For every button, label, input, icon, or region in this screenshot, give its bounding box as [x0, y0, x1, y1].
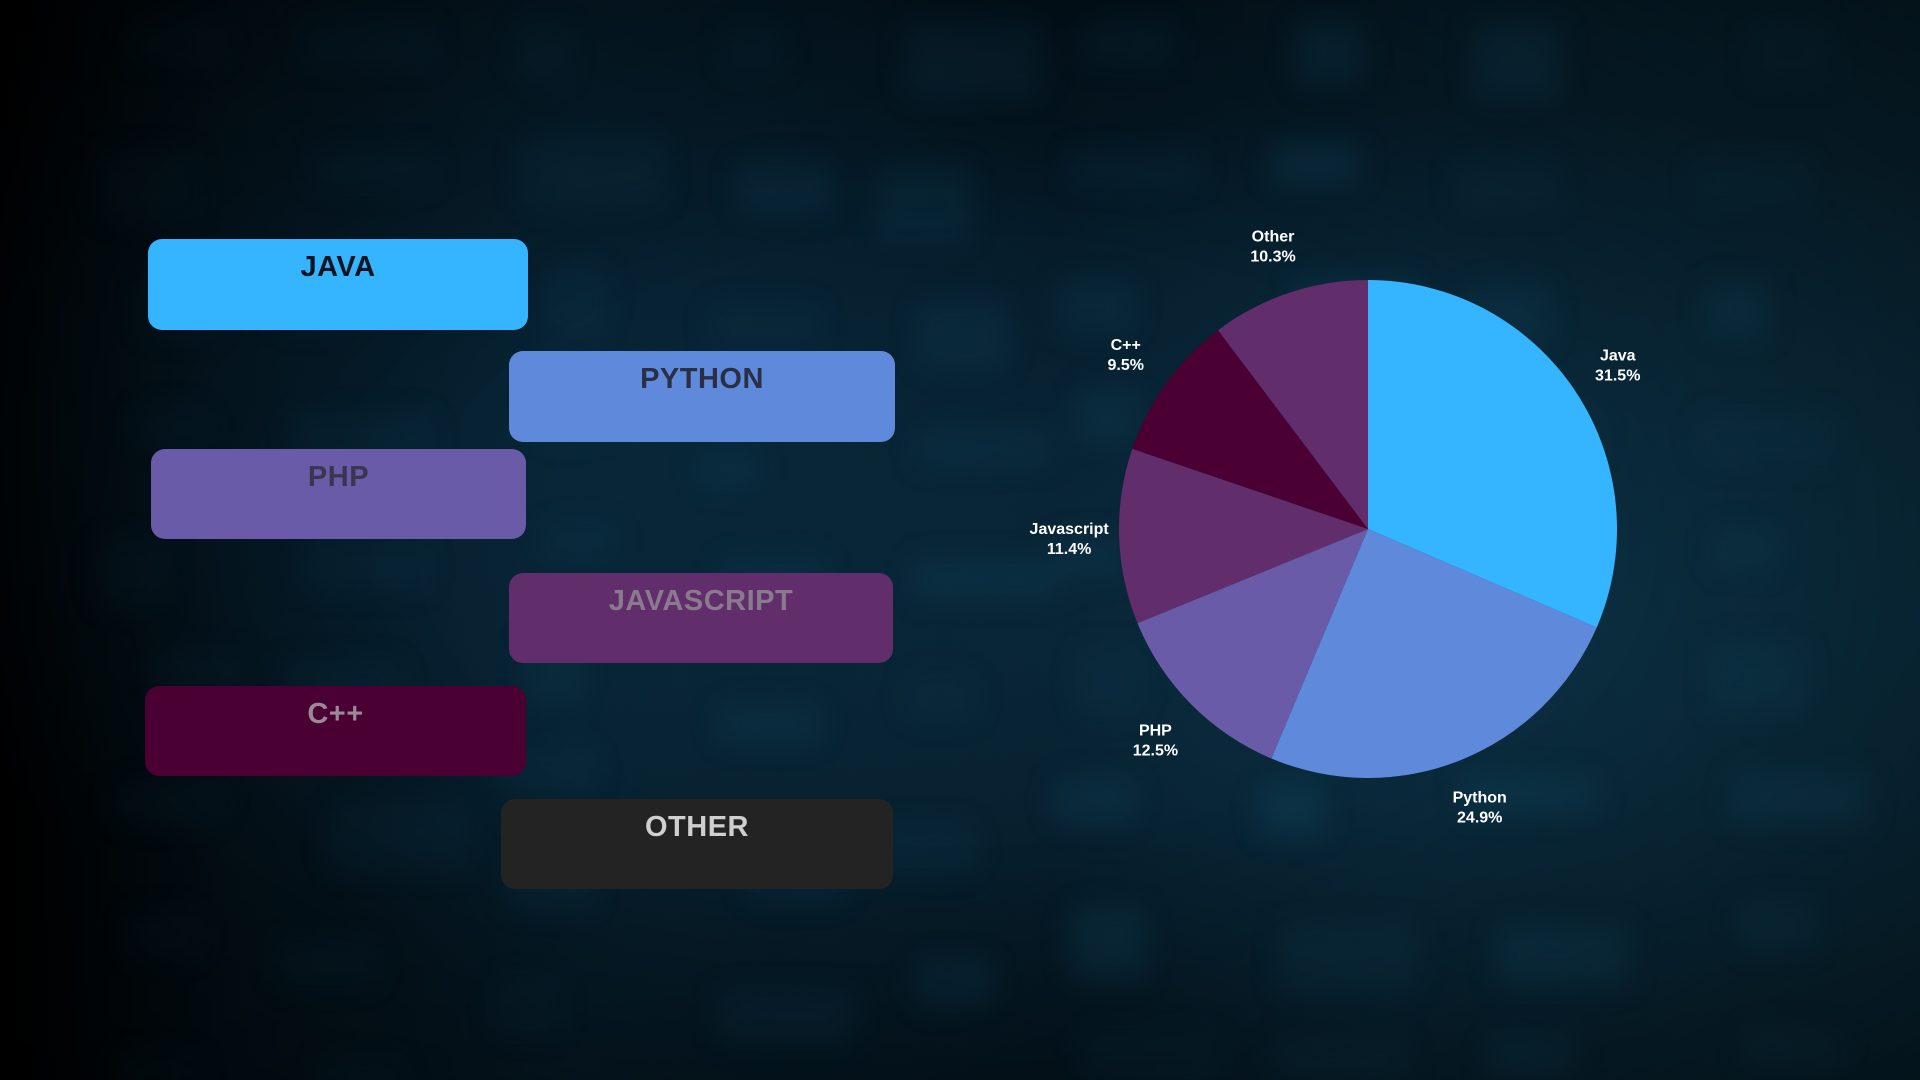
pie-label-value: 12.5% [1133, 742, 1178, 759]
pie-label-4: C++ 9.5% [1107, 337, 1143, 374]
pie-label-value: 9.5% [1107, 357, 1143, 374]
slide-canvas: JAVA PYTHON PHP JAVASCRIPT C++ OTHER Jav… [0, 0, 1920, 1080]
pie-label-name: Other [1252, 228, 1295, 245]
pie-label-name: Javascript [1030, 521, 1110, 538]
pie-label-value: 31.5% [1595, 368, 1640, 385]
pie-label-value: 11.4% [1047, 541, 1091, 558]
pie-label-name: C++ [1111, 337, 1141, 354]
pie-label-value: 10.3% [1250, 248, 1295, 265]
pie-label-2: PHP 12.5% [1133, 722, 1178, 759]
pie-label-5: Other 10.3% [1250, 228, 1295, 265]
pie-label-1: Python 24.9% [1453, 789, 1507, 826]
pie-label-0: Java 31.5% [1595, 348, 1640, 385]
pie-chart: Java 31.5% Python 24.9% PHP 12.5% Javascript 11… [1030, 228, 1641, 826]
pie-label-name: PHP [1139, 722, 1172, 739]
pie-label-3: Javascript 11.4% [1030, 521, 1110, 558]
pie-label-name: Python [1453, 789, 1507, 806]
pie-label-name: Java [1600, 348, 1636, 365]
pie-label-value: 24.9% [1457, 809, 1502, 826]
